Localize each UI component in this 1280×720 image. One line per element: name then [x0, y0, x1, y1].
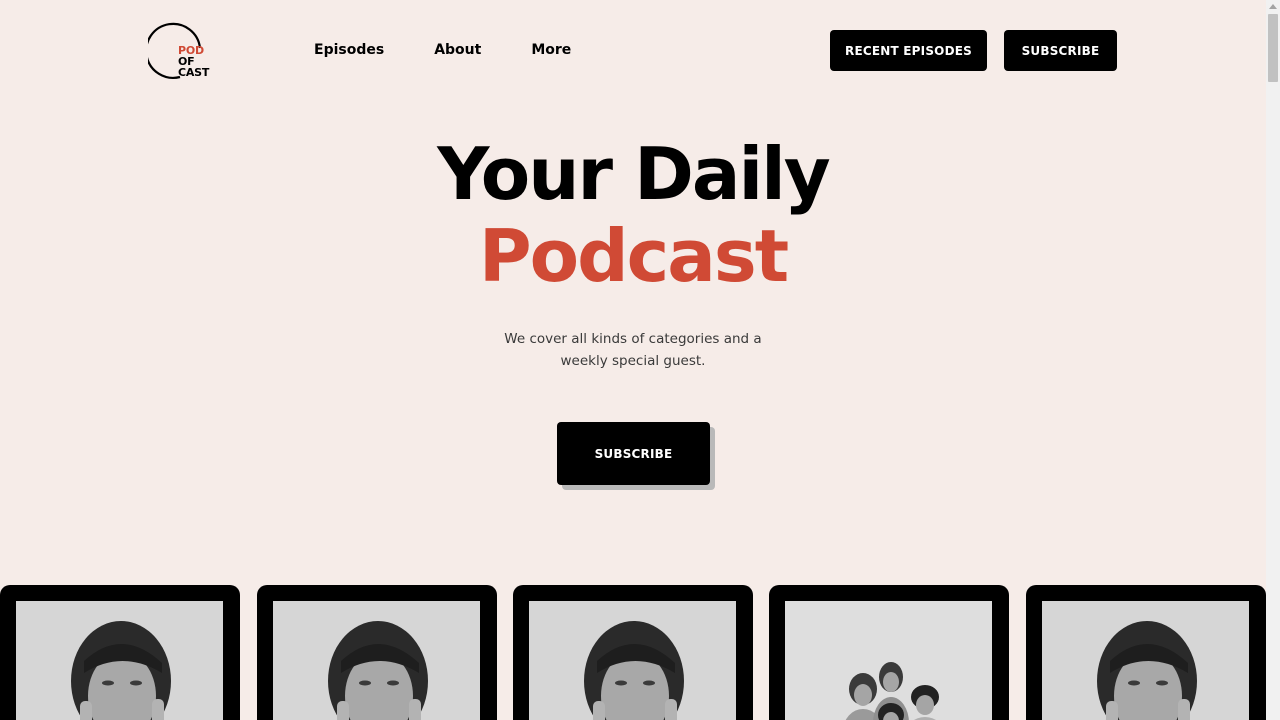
main-nav: Episodes About More	[314, 40, 621, 60]
logo-text: POD OF CAST	[178, 45, 209, 78]
logo[interactable]: POD OF CAST	[148, 22, 218, 82]
group-portrait-image	[785, 601, 992, 720]
hero-title-line2: Podcast	[478, 214, 789, 298]
scroll-up-arrow-icon[interactable]	[1269, 4, 1277, 9]
nav-about[interactable]: About	[434, 40, 481, 60]
logo-line-cast: CAST	[178, 66, 210, 79]
woman-portrait-image	[273, 601, 480, 720]
episode-card-3[interactable]	[513, 585, 753, 720]
episode-card-2[interactable]	[257, 585, 497, 720]
hero-title-line1: Your Daily	[437, 132, 830, 216]
page-scrollbar[interactable]	[1266, 0, 1280, 720]
subscribe-header-button[interactable]: SUBSCRIBE	[1004, 30, 1117, 71]
subscribe-hero-button[interactable]: SUBSCRIBE	[557, 422, 710, 485]
nav-episodes[interactable]: Episodes	[314, 40, 384, 60]
episode-card-4[interactable]	[769, 585, 1009, 720]
hero-subtitle: We cover all kinds of categories and a w…	[504, 331, 762, 369]
nav-more[interactable]: More	[531, 40, 571, 60]
scroll-thumb[interactable]	[1268, 14, 1278, 82]
episode-cards	[0, 585, 1266, 720]
site-header: POD OF CAST Episodes About More RECENT E…	[0, 0, 1266, 100]
episode-card-5[interactable]	[1026, 585, 1266, 720]
recent-episodes-button[interactable]: RECENT EPISODES	[830, 30, 987, 71]
woman-portrait-image	[529, 601, 736, 720]
woman-portrait-image	[1042, 601, 1249, 720]
woman-portrait-image	[16, 601, 223, 720]
episode-card-1[interactable]	[0, 585, 240, 720]
